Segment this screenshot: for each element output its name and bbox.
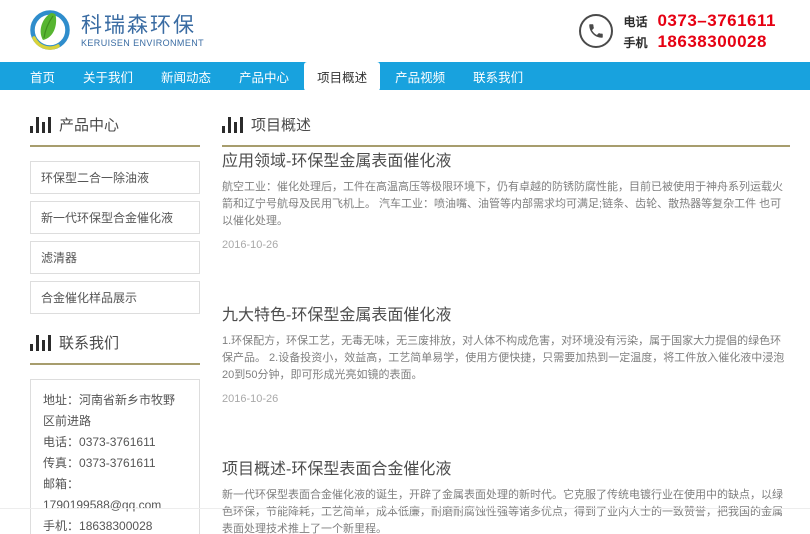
article-text: 新一代环保型表面合金催化液的诞生，开辟了金属表面处理的新时代。它克服了传统电镀行… <box>222 487 790 534</box>
product-menu-item[interactable]: 新一代环保型合金催化液 <box>30 201 200 234</box>
header-contact: 电话 0373–3761611 手机 18638300028 <box>579 11 776 52</box>
nav-item[interactable]: 产品中心 <box>226 62 302 91</box>
contact-line-label: 地址： <box>43 393 79 407</box>
article-text: 航空工业：催化处理后，工件在高温高压等极限环境下，仍有卓越的防锈防腐性能，目前已… <box>222 179 790 230</box>
contact-line-value: 1790199588@qq.com <box>43 498 161 512</box>
leaf-circle-logo-icon <box>28 6 72 57</box>
phone-number: 0373–3761611 <box>657 11 776 31</box>
brand-name-cn: 科瑞森环保 <box>81 14 204 38</box>
contact-line: 手机：18638300028 18613731818 <box>43 516 187 534</box>
article-item: 应用领域-环保型金属表面催化液 航空工业：催化处理后，工件在高温高压等极限环境下… <box>222 147 790 251</box>
product-menu-item[interactable]: 滤清器 <box>30 241 200 274</box>
sidebar-contact-title: 联系我们 <box>59 332 119 353</box>
bar-chart-icon <box>30 116 51 133</box>
contact-info-box: 地址：河南省新乡市牧野区前进路 电话：0373-3761611 传真：0373-… <box>30 379 200 534</box>
article-date: 2016-10-26 <box>222 239 790 251</box>
footer-divider <box>0 508 810 509</box>
sidebar-products-heading: 产品中心 <box>30 114 200 147</box>
contact-line-value: 0373-3761611 <box>79 456 156 470</box>
article-text: 1.环保配方，环保工艺，无毒无味，无三废排放，对人体不构成危害，对环境没有污染，… <box>222 333 790 384</box>
contact-line-label: 手机： <box>43 519 79 533</box>
logo[interactable]: 科瑞森环保 KERUISEN ENVIRONMENT <box>28 6 204 57</box>
contact-line: 地址：河南省新乡市牧野区前进路 <box>43 390 187 432</box>
bar-chart-icon <box>30 334 51 351</box>
nav-item[interactable]: 首页 <box>17 62 68 91</box>
contact-line: 邮箱： 1790199588@qq.com <box>43 474 187 516</box>
contact-line-label: 传真： <box>43 456 79 470</box>
product-menu: 环保型二合一除油液 新一代环保型合金催化液 滤清器 合金催化样品展示 <box>30 161 200 314</box>
mobile-number: 18638300028 <box>657 32 767 52</box>
contact-line-value: 0373-3761611 <box>79 435 156 449</box>
main-heading: 项目概述 <box>222 114 790 147</box>
contact-line-label: 邮箱： <box>43 477 79 491</box>
bar-chart-icon <box>222 116 243 133</box>
nav-item[interactable]: 联系我们 <box>460 62 536 91</box>
contact-line-label: 电话： <box>43 435 79 449</box>
article-title[interactable]: 应用领域-环保型金属表面催化液 <box>222 147 790 171</box>
article-title[interactable]: 九大特色-环保型金属表面催化液 <box>222 301 790 325</box>
page-title: 项目概述 <box>251 114 311 135</box>
phone-icon <box>579 14 613 48</box>
product-menu-item[interactable]: 合金催化样品展示 <box>30 281 200 314</box>
main-content: 项目概述 应用领域-环保型金属表面催化液 航空工业：催化处理后，工件在高温高压等… <box>222 114 790 534</box>
product-menu-item[interactable]: 环保型二合一除油液 <box>30 161 200 194</box>
contact-line: 电话：0373-3761611 <box>43 432 187 453</box>
page-body: 产品中心 环保型二合一除油液 新一代环保型合金催化液 滤清器 合金催化样品展示 … <box>0 90 810 534</box>
article-title[interactable]: 项目概述-环保型表面合金催化液 <box>222 455 790 479</box>
nav-item[interactable]: 新闻动态 <box>148 62 224 91</box>
article-date: 2016-10-26 <box>222 393 790 405</box>
article-item: 九大特色-环保型金属表面催化液 1.环保配方，环保工艺，无毒无味，无三废排放，对… <box>222 301 790 405</box>
sidebar-products-title: 产品中心 <box>59 114 119 135</box>
main-nav: 首页 关于我们 新闻动态 产品中心 项目概述 产品视频 联系我们 <box>0 62 810 90</box>
site-header: 科瑞森环保 KERUISEN ENVIRONMENT 电话 0373–37616… <box>0 0 810 62</box>
phone-label: 电话 <box>623 13 649 30</box>
brand-name-en: KERUISEN ENVIRONMENT <box>81 38 204 48</box>
nav-item[interactable]: 项目概述 <box>304 62 380 91</box>
nav-item[interactable]: 产品视频 <box>382 62 458 91</box>
sidebar-contact-heading: 联系我们 <box>30 332 200 365</box>
sidebar: 产品中心 环保型二合一除油液 新一代环保型合金催化液 滤清器 合金催化样品展示 … <box>30 114 200 534</box>
article-item: 项目概述-环保型表面合金催化液 新一代环保型表面合金催化液的诞生，开辟了金属表面… <box>222 455 790 534</box>
mobile-label: 手机 <box>623 34 649 51</box>
nav-item[interactable]: 关于我们 <box>70 62 146 91</box>
contact-line: 传真：0373-3761611 <box>43 453 187 474</box>
